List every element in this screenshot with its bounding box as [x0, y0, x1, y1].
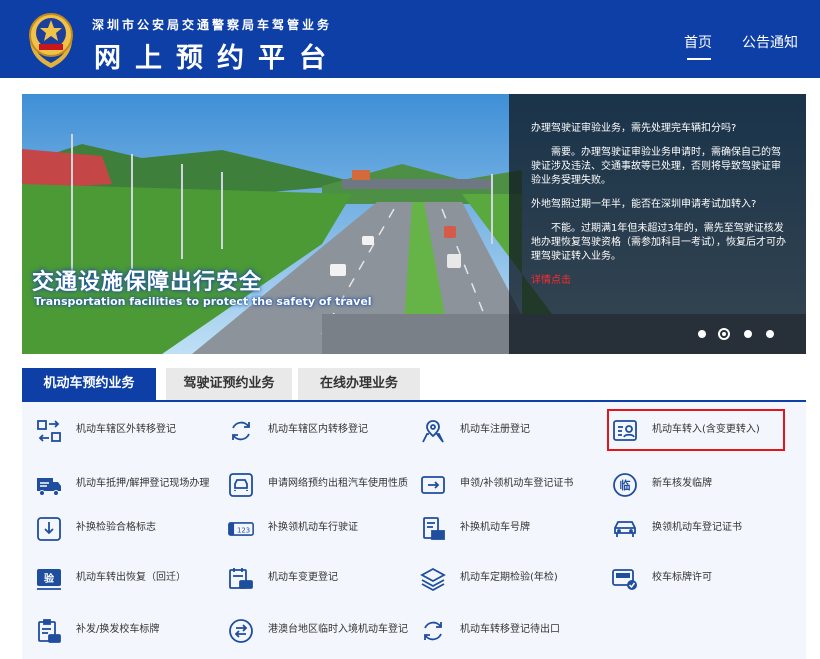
site-header: 深圳市公安局交通警察局车驾管业务 网上预约平台 首页 公告通知: [0, 0, 820, 78]
service-item[interactable]: 港澳台地区临时入境机动车登记: [214, 608, 408, 652]
svg-text:验: 验: [44, 572, 55, 585]
swap-circle-icon: [229, 619, 253, 643]
service-item[interactable]: 补换机动车号牌: [406, 506, 582, 550]
faq-panel: 办理驾驶证审验业务，需先处理完车辆扣分吗? 需要。办理驾驶证审验业务申请时，需确…: [509, 94, 806, 354]
inspection-badge-icon: 验: [37, 569, 61, 590]
service-label: 申领/补领机动车登记证书: [460, 478, 574, 489]
service-label: 机动车辖区内转移登记: [268, 424, 368, 435]
faq-question-1: 办理驾驶证审验业务，需先处理完车辆扣分吗?: [531, 123, 737, 134]
service-item[interactable]: 123 补换领机动车行驶证: [214, 506, 390, 550]
nav-notice-link[interactable]: 公告通知: [742, 32, 798, 52]
service-label: 补换机动车号牌: [460, 522, 530, 533]
service-item[interactable]: 申请网络预约出租汽车使用性质: [214, 462, 408, 506]
license-number-icon: 123: [228, 522, 254, 536]
service-item[interactable]: 临 新车核发临牌: [598, 462, 774, 506]
tab-license-booking[interactable]: 驾驶证预约业务: [166, 368, 292, 402]
banner-slogan-en: Transportation facilities to protect the…: [34, 295, 372, 308]
service-item[interactable]: 换领机动车登记证书: [598, 506, 774, 550]
banner-slogan-cn: 交通设施保障出行安全: [32, 270, 263, 295]
banner-carousel[interactable]: 交通设施保障出行安全 Transportation facilities to …: [22, 94, 806, 354]
service-label: 机动车辖区外转移登记: [76, 424, 176, 435]
service-label: 新车核发临牌: [652, 478, 712, 489]
selected-service-highlight: [607, 409, 785, 451]
service-item[interactable]: 机动车变更登记: [214, 556, 390, 600]
service-label: 机动车转出恢复（回迁）: [76, 572, 186, 583]
download-box-icon: [37, 517, 61, 541]
bus-check-icon: [612, 569, 637, 590]
carousel-dot-4[interactable]: [766, 330, 774, 338]
service-label: 申请网络预约出租汽车使用性质: [268, 478, 408, 489]
business-tabs: 机动车预约业务 驾驶证预约业务 在线办理业务: [22, 368, 806, 402]
service-label: 机动车抵押/解押登记现场办理: [76, 478, 210, 489]
plate-document-icon: [423, 517, 445, 540]
nav-home-link[interactable]: 首页: [684, 32, 712, 52]
faq-question-2: 外地驾照过期一年半，能否在深圳申请考试加转入?: [531, 199, 757, 210]
service-item[interactable]: 补发/换发校车标牌: [22, 608, 198, 652]
service-item[interactable]: 机动车转移登记待出口: [406, 608, 582, 652]
service-item[interactable]: 校车标牌许可: [598, 556, 774, 600]
faq-answer-1: 需要。办理驾驶证审验业务申请时，需确保自己的驾驶证涉及违法、交通事故等已处理，否…: [531, 147, 781, 186]
carousel-dot-1[interactable]: [698, 330, 706, 338]
layers-icon: [420, 567, 446, 592]
transfer-arrows-icon: [37, 420, 61, 442]
service-label: 补发/换发校车标牌: [76, 624, 160, 635]
service-label: 机动车变更登记: [268, 572, 338, 583]
header-title: 网上预约平台: [94, 43, 340, 74]
nav-active-underline: [687, 58, 711, 60]
service-item[interactable]: 机动车定期检验(年检): [406, 556, 582, 600]
tab-vehicle-booking[interactable]: 机动车预约业务: [22, 368, 156, 402]
svg-text:123: 123: [237, 526, 250, 534]
service-item[interactable]: 申领/补领机动车登记证书: [406, 462, 582, 506]
service-item[interactable]: 补换检验合格标志: [22, 506, 198, 550]
service-label: 补换检验合格标志: [76, 522, 156, 533]
service-label: 机动车注册登记: [460, 424, 530, 435]
refresh-cycle-icon: [232, 421, 250, 441]
faq-answer-2: 不能。过期满1年但未超过3年的，需先至驾驶证核发地办理恢复驾驶资格（需参加科目一…: [531, 223, 786, 262]
header-subtitle: 深圳市公安局交通警察局车驾管业务: [92, 18, 333, 32]
carousel-dot-3[interactable]: [744, 330, 752, 338]
service-label: 港澳台地区临时入境机动车登记: [268, 624, 408, 635]
services-grid: 机动车辖区外转移登记 机动车辖区内转移登记 机动车注册登记 机动车转入(含变更转…: [22, 402, 806, 659]
service-item[interactable]: 机动车注册登记: [406, 408, 582, 452]
car-front-icon: [614, 521, 636, 537]
certificate-arrow-icon: [421, 476, 445, 494]
map-pin-icon: [422, 420, 444, 443]
service-label: 补换领机动车行驶证: [268, 522, 358, 533]
service-item[interactable]: 机动车辖区内转移登记: [214, 408, 390, 452]
car-circle-icon: [229, 473, 253, 497]
refresh-export-icon: [424, 621, 442, 641]
clipboard-car-icon: [38, 619, 61, 643]
service-item[interactable]: 机动车抵押/解押登记现场办理: [22, 462, 209, 506]
service-item[interactable]: 验 机动车转出恢复（回迁）: [22, 556, 198, 600]
carousel-dot-2[interactable]: [718, 328, 730, 340]
tab-online-service[interactable]: 在线办理业务: [298, 368, 420, 402]
faq-details-link[interactable]: 详情点击: [531, 274, 786, 288]
calendar-car-icon: [229, 568, 253, 589]
temp-plate-icon: 临: [613, 473, 637, 497]
service-item[interactable]: 机动车辖区外转移登记: [22, 408, 198, 452]
service-label: 机动车定期检验(年检): [460, 572, 558, 583]
service-label: 机动车转移登记待出口: [460, 624, 560, 635]
police-emblem-icon: [29, 13, 73, 68]
truck-icon: [37, 478, 61, 496]
service-label: 换领机动车登记证书: [652, 522, 742, 533]
service-label: 校车标牌许可: [652, 572, 712, 583]
svg-text:临: 临: [620, 478, 631, 492]
